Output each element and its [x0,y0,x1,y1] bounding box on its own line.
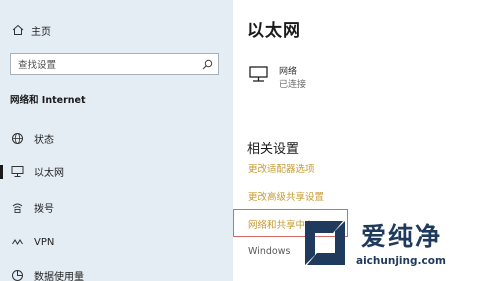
sidebar: 主页 查找设置 网络和 Internet 状态 以太网 拨号 VPN 数据使用量 [0,0,233,281]
search-input[interactable]: 查找设置 [10,53,219,75]
search-placeholder: 查找设置 [18,60,57,71]
change-adapter-options-link[interactable]: 更改适配器选项 [248,161,315,175]
vpn-icon [12,238,23,245]
related-settings-title: 相关设置 [247,142,300,157]
sidebar-item-label: 数据使用量 [34,271,84,281]
change-advanced-sharing-link[interactable]: 更改高级共享设置 [248,189,324,203]
globe-icon [12,132,23,144]
watermark: 爱纯净 aichunjing.com [299,215,479,277]
sidebar-item-vpn[interactable]: VPN [0,230,233,254]
network-status: 已连接 [279,80,307,90]
dialup-icon [12,203,23,213]
section-title: 网络和 Internet [10,95,86,106]
watermark-url: aichunjing.com [356,255,446,267]
page-title: 以太网 [247,21,301,41]
sidebar-item-label: VPN [34,236,55,248]
network-icon [249,66,268,82]
data-usage-icon [12,269,23,281]
home-icon [12,24,24,35]
sidebar-item-label: 以太网 [34,167,64,179]
windows-firewall-link[interactable]: Windows [248,246,290,257]
watermark-brand: 爱纯净 [361,222,443,251]
sidebar-item-label: 状态 [34,134,54,146]
sidebar-item-label: 拨号 [34,203,54,215]
sidebar-item-status[interactable]: 状态 [0,126,233,150]
watermark-logo-icon [305,221,345,265]
search-icon[interactable] [202,59,213,70]
home-nav-item[interactable]: 主页 [12,22,51,38]
home-label: 主页 [31,26,51,38]
sidebar-item-ethernet[interactable]: 以太网 [0,159,233,183]
network-name[interactable]: 网络 [279,64,297,77]
ethernet-icon [11,165,24,177]
sidebar-item-dialup[interactable]: 拨号 [0,195,233,219]
sidebar-item-data-usage[interactable]: 数据使用量 [0,263,233,281]
